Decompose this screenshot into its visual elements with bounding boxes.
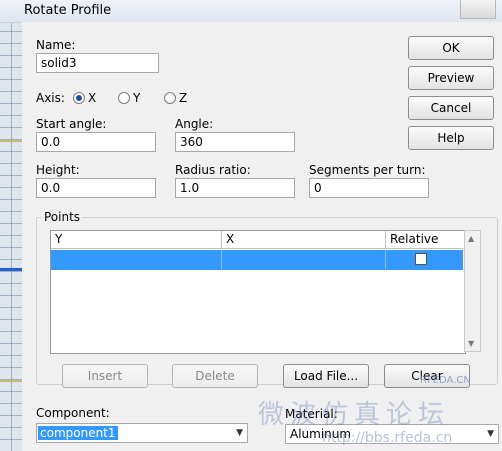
radius-ratio-label: Radius ratio:	[175, 163, 251, 177]
axis-y-radio[interactable]	[118, 92, 130, 104]
column-header-y[interactable]: Y	[51, 231, 222, 249]
window-title: Rotate Profile	[24, 3, 112, 18]
close-button[interactable]	[460, 0, 496, 19]
axis-label: Axis:	[36, 91, 65, 105]
watermark-url: http://bbs.rfeda.cn	[322, 430, 453, 446]
axis-x-label: X	[88, 91, 97, 105]
axis-x-radio[interactable]	[73, 92, 85, 104]
load-file-button[interactable]: Load File...	[283, 364, 369, 388]
points-label: Points	[42, 210, 83, 224]
title-bar: Rotate Profile	[0, 0, 502, 23]
radius-ratio-field[interactable]: 1.0	[175, 178, 295, 198]
cancel-button[interactable]: Cancel	[408, 96, 494, 120]
angle-label: Angle:	[175, 117, 214, 131]
ok-button[interactable]: OK	[408, 36, 494, 60]
height-label: Height:	[36, 163, 80, 177]
preview-button[interactable]: Preview	[408, 66, 494, 90]
axis-y-label: Y	[133, 91, 141, 105]
table-row[interactable]	[51, 250, 463, 270]
table-cell-x[interactable]	[222, 250, 386, 270]
component-select[interactable]: component1 ▼	[36, 423, 248, 443]
component-label: Component:	[36, 406, 110, 420]
chevron-down-icon: ▼	[236, 428, 243, 438]
watermark-domain: RFEDA.CN	[420, 375, 471, 386]
help-button[interactable]: Help	[408, 126, 494, 150]
scroll-down-icon[interactable]: ▼	[468, 339, 474, 348]
height-field[interactable]: 0.0	[36, 178, 156, 198]
watermark-logo: 微波仿真论坛	[258, 400, 451, 430]
column-header-x[interactable]: X	[222, 231, 386, 249]
profile-curve-lower	[0, 380, 22, 386]
name-label: Name:	[36, 38, 76, 52]
component-value: component1	[38, 426, 118, 440]
rotate-profile-dialog: Name: solid3 Axis: X Y Z Start angle: 0.…	[22, 22, 502, 451]
start-angle-field[interactable]: 0.0	[36, 132, 156, 152]
points-scrollbar[interactable]: ▲ ▼	[464, 230, 481, 352]
insert-button[interactable]: Insert	[62, 364, 148, 388]
chevron-down-icon: ▼	[487, 429, 494, 439]
axis-line	[0, 268, 22, 271]
segments-field[interactable]: 0	[309, 178, 429, 198]
axis-z-label: Z	[179, 91, 188, 105]
points-table[interactable]: Y X Relative	[50, 230, 466, 354]
relative-checkbox[interactable]	[415, 253, 427, 265]
delete-button[interactable]: Delete	[172, 364, 258, 388]
profile-curve	[0, 140, 22, 148]
column-header-relative[interactable]: Relative	[386, 231, 463, 249]
segments-label: Segments per turn:	[309, 163, 426, 177]
table-cell-y[interactable]	[51, 250, 222, 270]
scroll-up-icon[interactable]: ▲	[468, 234, 474, 243]
axis-z-radio[interactable]	[164, 92, 176, 104]
start-angle-label: Start angle:	[36, 117, 107, 131]
name-field[interactable]: solid3	[36, 53, 159, 73]
background-3d-view	[0, 0, 22, 451]
angle-field[interactable]: 360	[175, 132, 295, 152]
